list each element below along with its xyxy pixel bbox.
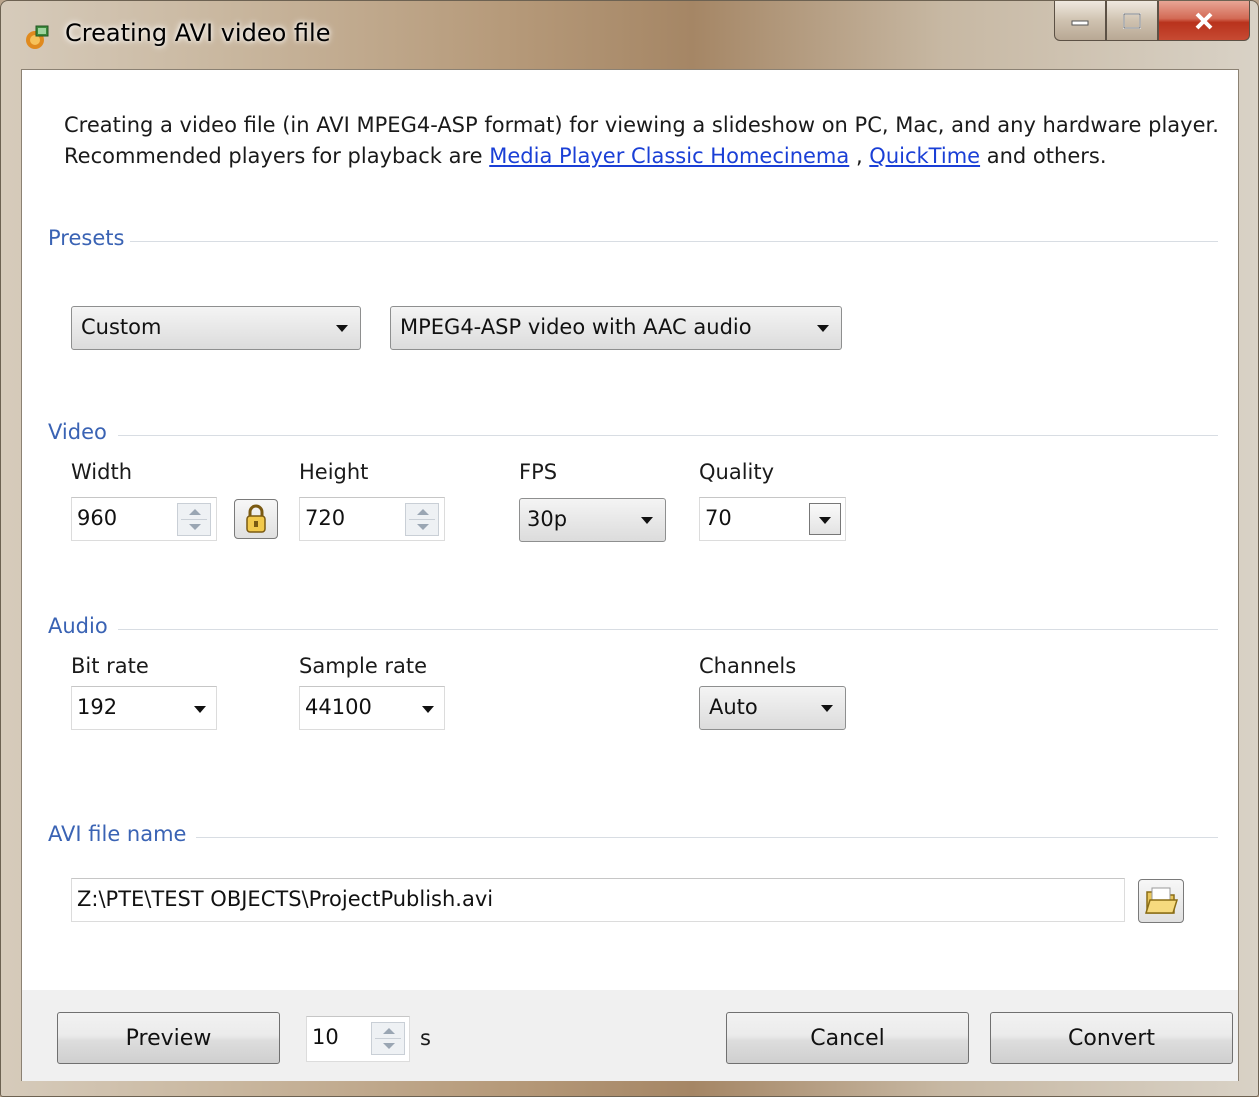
height-spin-buttons[interactable] <box>405 503 439 536</box>
chevron-down-icon <box>194 706 206 713</box>
filename-group-label: AVI file name <box>48 822 187 846</box>
cancel-button[interactable]: Cancel <box>726 1012 969 1064</box>
close-icon <box>1195 12 1213 29</box>
channels-label: Channels <box>699 654 797 678</box>
filename-input[interactable]: Z:\PTE\TEST OBJECTS\ProjectPublish.avi <box>71 878 1125 922</box>
description-text: Creating a video file (in AVI MPEG4-ASP … <box>64 110 1224 172</box>
height-label: Height <box>299 460 369 484</box>
preview-button[interactable]: Preview <box>57 1012 280 1064</box>
fps-label: FPS <box>519 460 558 484</box>
filename-value: Z:\PTE\TEST OBJECTS\ProjectPublish.avi <box>77 887 494 911</box>
preview-duration-stepper[interactable]: 10 <box>306 1016 410 1062</box>
arrow-up-icon <box>383 1028 395 1034</box>
width-label: Width <box>71 460 133 484</box>
height-stepper[interactable]: 720 <box>299 497 445 541</box>
samplerate-label: Sample rate <box>299 654 428 678</box>
preset-select[interactable]: Custom <box>71 306 361 350</box>
width-stepper[interactable]: 960 <box>71 497 217 541</box>
video-divider <box>118 435 1218 436</box>
audio-group-label: Audio <box>48 614 108 638</box>
convert-button[interactable]: Convert <box>990 1012 1233 1064</box>
fps-select-value: 30p <box>527 507 568 531</box>
title-bar[interactable]: Creating AVI video file <box>1 1 1258 69</box>
presets-divider <box>130 241 1218 242</box>
aspect-lock-button[interactable] <box>234 499 278 539</box>
format-select-value: MPEG4-ASP video with AAC audio <box>400 315 752 339</box>
browse-file-button[interactable] <box>1138 879 1184 923</box>
maximize-button[interactable] <box>1106 1 1158 41</box>
minimize-button[interactable] <box>1054 1 1106 41</box>
dialog-window: Creating AVI video file Creating a video… <box>0 0 1259 1097</box>
arrow-up-icon <box>189 509 201 515</box>
bitrate-select[interactable]: 192 <box>71 686 217 730</box>
preview-duration-spin-buttons[interactable] <box>371 1022 405 1055</box>
filename-divider <box>196 837 1218 838</box>
width-value: 960 <box>77 506 118 530</box>
chevron-down-icon <box>817 325 829 332</box>
fps-select[interactable]: 30p <box>519 498 666 542</box>
chevron-down-icon <box>336 325 348 332</box>
quality-select[interactable]: 70 <box>699 497 846 541</box>
dialog-body: Creating a video file (in AVI MPEG4-ASP … <box>21 69 1239 1081</box>
close-button[interactable] <box>1158 1 1250 41</box>
minimize-icon <box>1071 20 1089 25</box>
dialog-footer: Preview 10 s Cancel Convert <box>22 990 1238 1081</box>
height-value: 720 <box>305 506 346 530</box>
preset-select-value: Custom <box>81 315 162 339</box>
quality-select-value: 70 <box>705 506 732 530</box>
arrow-up-icon <box>417 509 429 515</box>
window-title: Creating AVI video file <box>65 19 331 47</box>
arrow-down-icon <box>383 1043 395 1049</box>
channels-select[interactable]: Auto <box>699 686 846 730</box>
seconds-unit-label: s <box>420 1026 431 1050</box>
chevron-down-icon <box>422 706 434 713</box>
description-outro: and others. <box>980 144 1107 168</box>
chevron-down-icon <box>641 517 653 524</box>
arrow-down-icon <box>417 524 429 530</box>
folder-open-icon <box>1144 887 1179 914</box>
link-quicktime[interactable]: QuickTime <box>869 144 980 168</box>
chevron-down-icon <box>821 705 833 712</box>
quality-dropdown-button[interactable] <box>809 503 841 535</box>
channels-select-value: Auto <box>709 695 758 719</box>
lock-icon <box>246 504 266 533</box>
presets-group-label: Presets <box>48 226 125 250</box>
link-mpc-hc[interactable]: Media Player Classic Homecinema <box>489 144 849 168</box>
arrow-down-icon <box>189 524 201 530</box>
chevron-down-icon <box>819 517 831 524</box>
format-select[interactable]: MPEG4-ASP video with AAC audio <box>390 306 842 350</box>
samplerate-select-value: 44100 <box>305 695 372 719</box>
maximize-icon <box>1123 12 1141 29</box>
audio-divider <box>118 629 1218 630</box>
description-separator: , <box>849 144 870 168</box>
video-group-label: Video <box>48 420 107 444</box>
app-icon <box>26 25 49 49</box>
quality-label: Quality <box>699 460 775 484</box>
width-spin-buttons[interactable] <box>177 503 211 536</box>
preview-duration-value: 10 <box>312 1025 339 1049</box>
samplerate-select[interactable]: 44100 <box>299 686 445 730</box>
bitrate-label: Bit rate <box>71 654 149 678</box>
bitrate-select-value: 192 <box>77 695 118 719</box>
